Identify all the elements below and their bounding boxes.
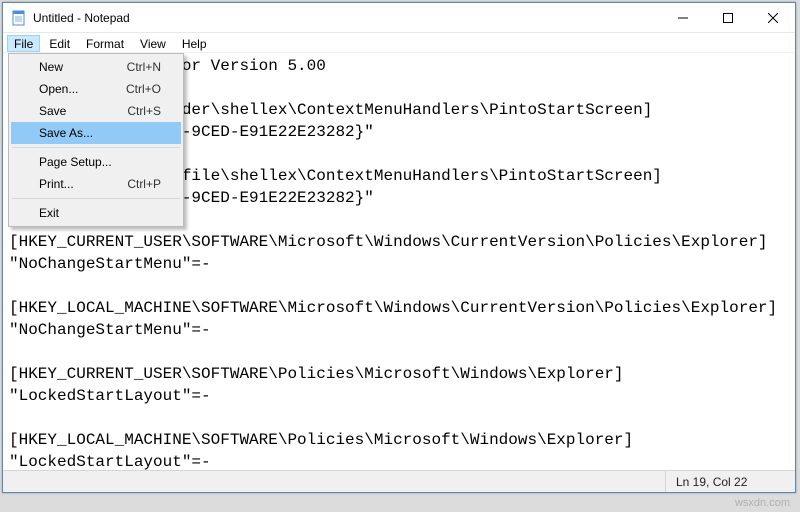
menu-print-label: Print...: [39, 177, 74, 191]
watermark: wsxdn.com: [735, 497, 790, 509]
maximize-button[interactable]: [705, 3, 750, 32]
menu-new[interactable]: New Ctrl+N: [11, 56, 181, 78]
notepad-window: Untitled - Notepad File Edit Format View…: [2, 2, 796, 493]
window-title: Untitled - Notepad: [33, 11, 660, 25]
menubar: File Edit Format View Help: [3, 33, 795, 53]
menu-save[interactable]: Save Ctrl+S: [11, 100, 181, 122]
close-button[interactable]: [750, 3, 795, 32]
menu-save-accel: Ctrl+S: [127, 104, 161, 118]
status-position: Ln 19, Col 22: [665, 471, 795, 492]
menu-page-setup-label: Page Setup...: [39, 155, 112, 169]
menu-file[interactable]: File: [7, 35, 40, 52]
menu-format[interactable]: Format: [79, 35, 131, 52]
menu-view[interactable]: View: [133, 35, 173, 52]
file-dropdown: New Ctrl+N Open... Ctrl+O Save Ctrl+S Sa…: [8, 53, 184, 227]
menu-open-accel: Ctrl+O: [126, 82, 161, 96]
menu-separator: [12, 198, 180, 199]
menu-open-label: Open...: [39, 82, 78, 96]
notepad-icon: [11, 10, 27, 26]
statusbar: Ln 19, Col 22: [3, 470, 795, 492]
menu-new-accel: Ctrl+N: [127, 60, 161, 74]
menu-print[interactable]: Print... Ctrl+P: [11, 173, 181, 195]
window-controls: [660, 3, 795, 32]
menu-save-as-label: Save As...: [39, 126, 93, 140]
minimize-button[interactable]: [660, 3, 705, 32]
menu-new-label: New: [39, 60, 63, 74]
menu-open[interactable]: Open... Ctrl+O: [11, 78, 181, 100]
menu-save-as[interactable]: Save As...: [11, 122, 181, 144]
menu-help[interactable]: Help: [175, 35, 214, 52]
menu-save-label: Save: [39, 104, 66, 118]
menu-exit-label: Exit: [39, 206, 59, 220]
menu-separator: [12, 147, 180, 148]
menu-exit[interactable]: Exit: [11, 202, 181, 224]
titlebar[interactable]: Untitled - Notepad: [3, 3, 795, 33]
menu-page-setup[interactable]: Page Setup...: [11, 151, 181, 173]
menu-edit[interactable]: Edit: [42, 35, 77, 52]
menu-print-accel: Ctrl+P: [127, 177, 161, 191]
